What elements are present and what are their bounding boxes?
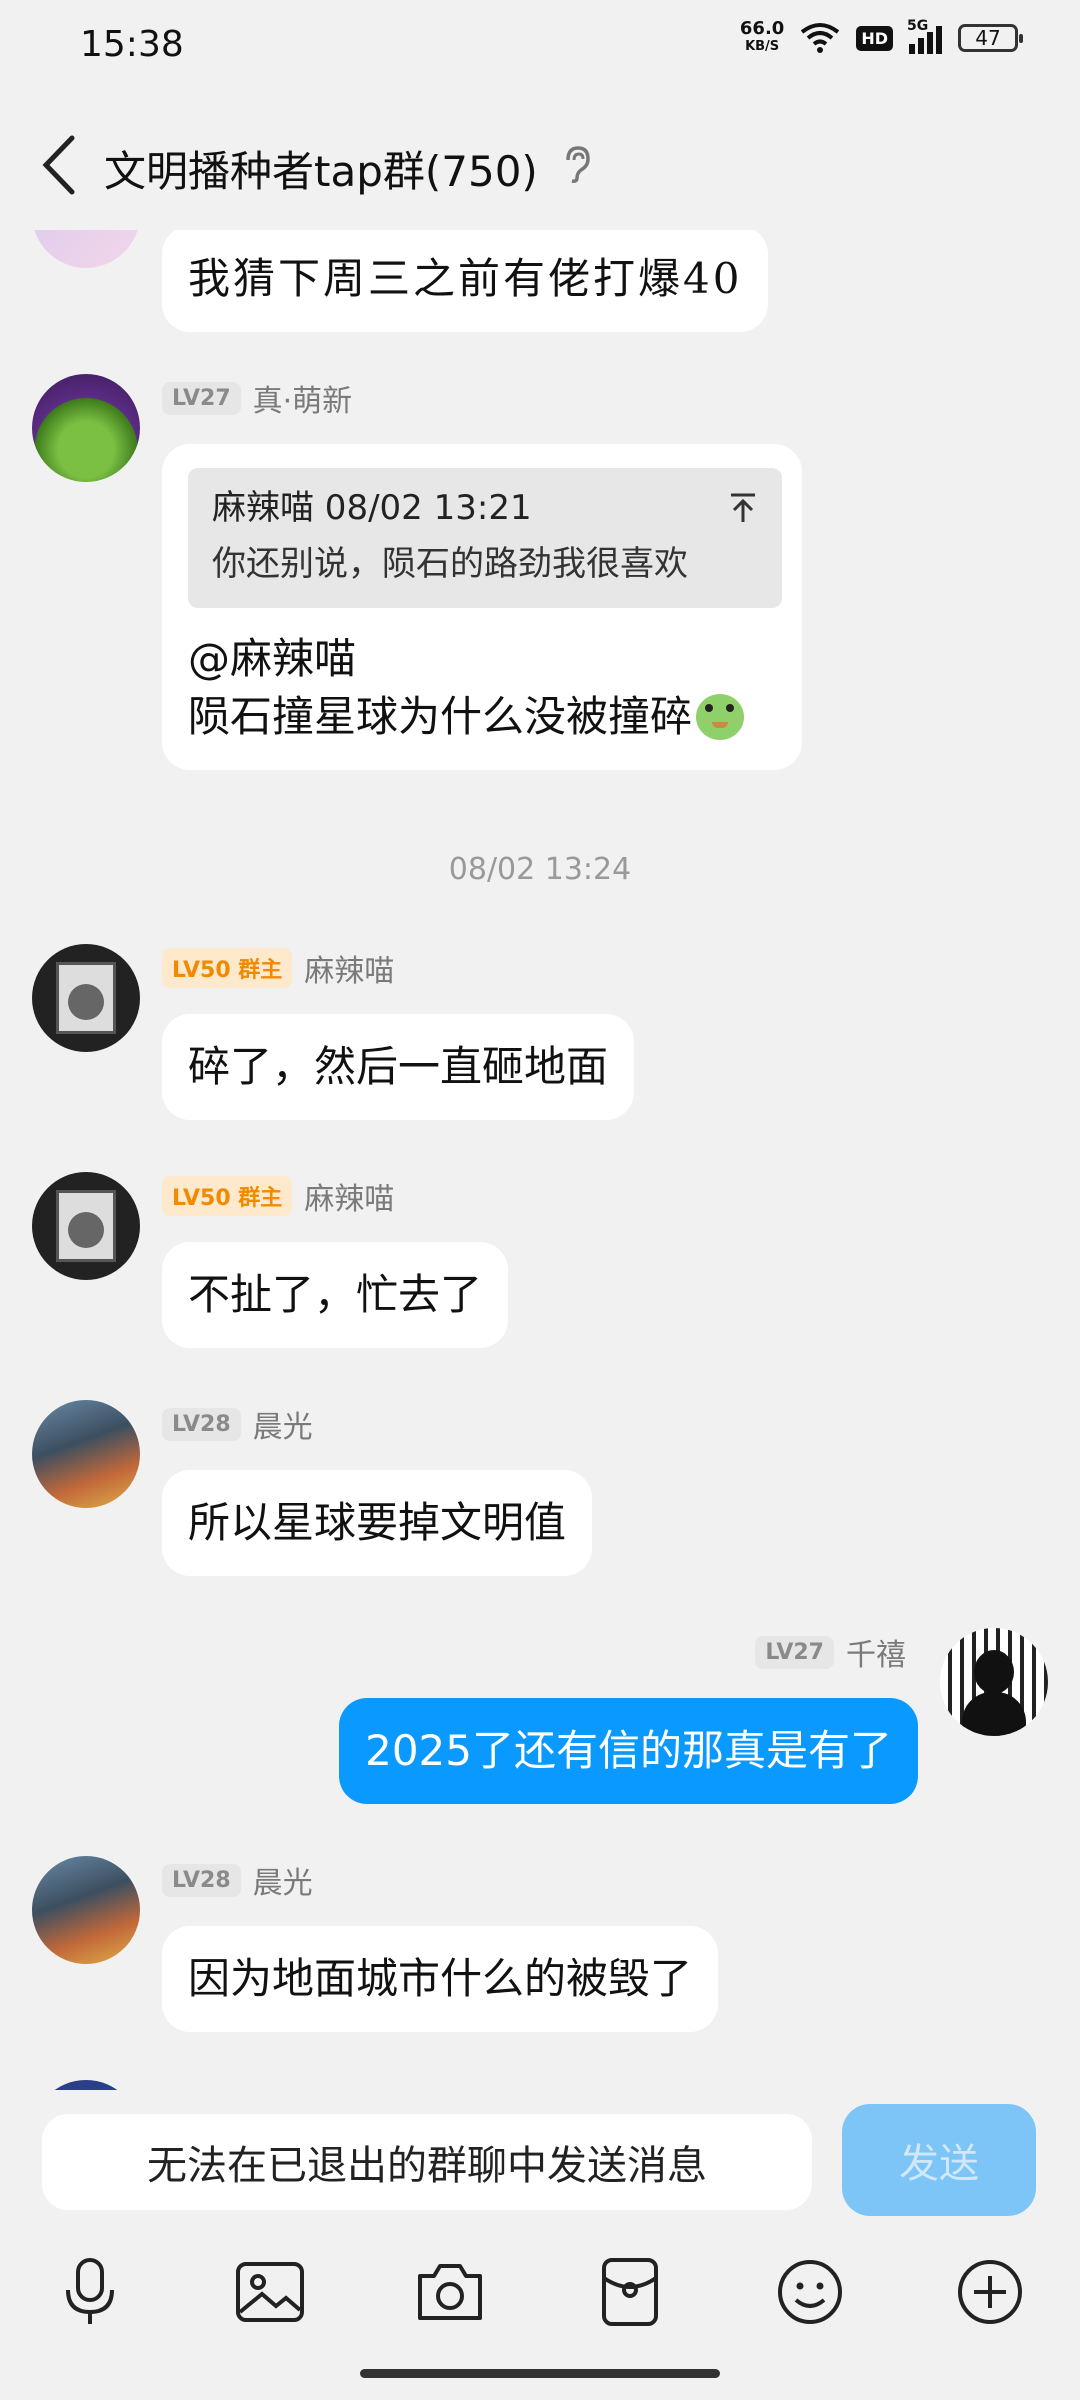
level-badge: LV27: [755, 1635, 834, 1669]
frog-emoji-icon: [696, 694, 745, 740]
message-input[interactable]: 无法在已退出的群聊中发送消息: [42, 2114, 812, 2210]
level-badge: LV50 群主: [162, 1176, 293, 1216]
message-bubble[interactable]: 所以星球要掉文明值: [162, 1470, 593, 1576]
quote-text: 你还别说，陨石的路劲我很喜欢: [212, 544, 688, 584]
microphone-icon[interactable]: [50, 2252, 130, 2332]
sender-info: LV50 群主 麻辣喵: [162, 1174, 394, 1218]
network-speed: 66.0 KB/S: [739, 18, 785, 55]
sender-info: LV28 晨光: [162, 1858, 313, 1902]
level-badge: LV50 群主: [162, 948, 293, 988]
image-icon[interactable]: [230, 2252, 310, 2332]
send-button[interactable]: 发送: [842, 2104, 1036, 2216]
quote-author: 麻辣喵 08/02 13:21: [212, 488, 532, 528]
sender-name[interactable]: 千禧: [846, 1630, 906, 1674]
avatar[interactable]: [32, 374, 140, 482]
clock: 15:38: [80, 24, 184, 65]
plus-icon[interactable]: [950, 2252, 1030, 2332]
cellular-signal-icon: 5G: [907, 18, 942, 54]
message-text: 陨石撞星球为什么没被撞碎: [188, 692, 693, 741]
sender-name[interactable]: 晨光: [253, 1858, 313, 1902]
level-badge: LV28: [162, 1407, 241, 1441]
sender-name[interactable]: 真·萌新: [253, 376, 353, 420]
message-bubble[interactable]: 碎了，然后一直砸地面: [162, 1014, 635, 1120]
sender-info: LV27 千禧: [755, 1630, 906, 1674]
message-bubble-mine[interactable]: 2025了还有信的那真是有了: [339, 1698, 918, 1804]
sender-name[interactable]: 麻辣喵: [304, 1174, 394, 1218]
jump-to-top-icon[interactable]: [728, 492, 758, 524]
message-bubble[interactable]: 麻辣喵 08/02 13:21 你还别说，陨石的路劲我很喜欢 @麻辣喵 陨石撞星…: [162, 444, 802, 770]
back-arrow-icon[interactable]: [36, 130, 86, 200]
camera-icon[interactable]: [410, 2252, 490, 2332]
ear-icon[interactable]: [560, 144, 594, 184]
message-bubble[interactable]: 不扯了，忙去了: [162, 1242, 509, 1348]
input-placeholder: 无法在已退出的群聊中发送消息: [147, 2143, 707, 2189]
sender-info: LV50 群主 麻辣喵: [162, 946, 394, 990]
message-bubble[interactable]: 我猜下周三之前有佬打爆40: [162, 226, 769, 332]
red-packet-icon[interactable]: [590, 2252, 670, 2332]
sender-name[interactable]: 晨光: [253, 1402, 313, 1446]
emoji-icon[interactable]: [770, 2252, 850, 2332]
status-bar: 15:38 66.0 KB/S HD 5G 47: [0, 0, 1080, 96]
hd-badge: HD: [856, 25, 893, 51]
level-badge: LV28: [162, 1863, 241, 1897]
home-indicator[interactable]: [360, 2369, 720, 2378]
avatar[interactable]: [32, 1400, 140, 1508]
mention[interactable]: @麻辣喵: [188, 630, 776, 688]
chat-header: 文明播种者tap群(750): [0, 100, 1080, 230]
battery-icon: 47: [958, 24, 1023, 52]
message-list[interactable]: 我猜下周三之前有佬打爆40 LV27 真·萌新 麻辣喵 08/02 13:21 …: [0, 200, 1080, 2090]
avatar[interactable]: [32, 944, 140, 1052]
sender-name[interactable]: 麻辣喵: [304, 946, 394, 990]
input-bar: 无法在已退出的群聊中发送消息 发送: [0, 2090, 1080, 2400]
timestamp: 08/02 13:24: [448, 852, 632, 887]
avatar[interactable]: [940, 1628, 1048, 1736]
wifi-icon: [801, 23, 840, 53]
sender-info: LV27 真·萌新: [162, 376, 352, 420]
chat-title[interactable]: 文明播种者tap群(750): [104, 138, 538, 199]
level-badge: LV27: [162, 381, 241, 415]
avatar[interactable]: [32, 1856, 140, 1964]
input-toolbar: [0, 2252, 1080, 2342]
avatar[interactable]: [32, 1172, 140, 1280]
avatar[interactable]: [32, 2080, 140, 2090]
message-bubble[interactable]: 因为地面城市什么的被毁了: [162, 1926, 719, 2032]
quoted-message[interactable]: 麻辣喵 08/02 13:21 你还别说，陨石的路劲我很喜欢: [188, 468, 782, 608]
sender-info: LV28 晨光: [162, 1402, 313, 1446]
